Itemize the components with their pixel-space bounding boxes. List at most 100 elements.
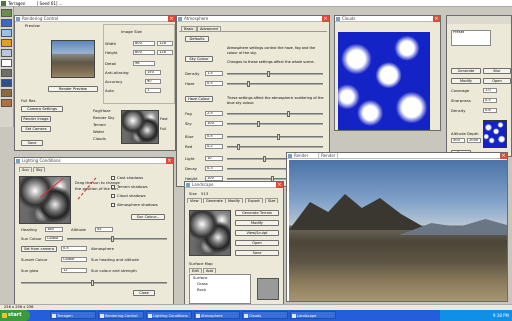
row-value-1[interactable]: 0.5 <box>205 81 223 86</box>
generate-terrain-button[interactable]: Generate Terrain <box>235 210 279 216</box>
close-icon[interactable]: × <box>276 182 283 188</box>
taskbar-item-0[interactable]: Terragen <box>50 311 96 319</box>
row-slider-4[interactable] <box>227 134 323 140</box>
cloud-button-1[interactable]: Blur <box>483 68 511 74</box>
tab-view[interactable]: View <box>187 198 202 203</box>
light-value-5[interactable]: 12 <box>61 268 87 273</box>
close-icon[interactable]: × <box>322 16 329 22</box>
clouds-titlebar[interactable]: Clouds × <box>335 16 440 22</box>
field-3[interactable]: 150 <box>145 70 161 75</box>
animation-icon[interactable] <box>1 99 12 107</box>
field-0[interactable]: 128 <box>157 41 173 46</box>
taskbar-item-5[interactable]: Landscape <box>290 311 336 319</box>
light-value-4[interactable]: Colour <box>61 257 87 262</box>
lighting-icon[interactable] <box>1 39 12 47</box>
render-titlebar[interactable]: Render [ Render ] × <box>287 153 507 159</box>
surface-item-0[interactable]: Surface <box>193 275 207 280</box>
row-slider-1[interactable] <box>227 81 323 87</box>
atmosphere-icon[interactable] <box>1 49 12 57</box>
cloud-value-4[interactable]: 2000 <box>467 138 481 143</box>
landscape-titlebar[interactable]: Landscape × <box>185 182 283 188</box>
height-field[interactable]: 600 <box>133 50 155 55</box>
light-value-0[interactable]: 180 <box>45 227 63 232</box>
set-from-camera-button[interactable]: Set from camera <box>21 246 57 252</box>
row-slider-0[interactable] <box>227 71 323 77</box>
terrain-preview[interactable] <box>189 210 231 256</box>
row-slider-5[interactable] <box>227 144 323 150</box>
taskbar-item-4[interactable]: Clouds <box>242 311 288 319</box>
start-button[interactable]: start <box>0 310 30 321</box>
light-value-1[interactable]: 45 <box>95 227 113 232</box>
cloud-value-3[interactable]: 500 <box>451 138 465 143</box>
tab-generate[interactable]: Generate <box>203 198 226 203</box>
close-icon[interactable]: × <box>500 153 507 159</box>
save-button[interactable]: Save <box>235 250 279 256</box>
tab-export[interactable]: Export <box>245 198 263 203</box>
surface-tab-edit[interactable]: Edit <box>189 268 202 273</box>
row-value-4[interactable]: 0.5 <box>205 134 223 139</box>
checkbox-cast-shadows[interactable] <box>111 176 115 180</box>
field-1[interactable]: 128 <box>157 50 173 55</box>
camera-icon[interactable] <box>1 69 12 77</box>
width-field[interactable]: 800 <box>133 41 155 46</box>
cloud-button-2[interactable]: Modify <box>451 78 481 84</box>
row-value-2[interactable]: 2.5 <box>205 111 223 116</box>
light-value-2[interactable]: Colour <box>45 236 63 241</box>
field-4[interactable]: 90 <box>145 79 161 84</box>
cloud-preset-field[interactable]: Preset <box>451 30 491 46</box>
water-icon[interactable] <box>1 19 12 27</box>
defaults-button[interactable]: Defaults <box>185 36 209 42</box>
cloud-value-1[interactable]: 0.5 <box>483 98 497 103</box>
tab-sky[interactable]: Sky <box>33 167 46 172</box>
atmosphere-titlebar[interactable]: Atmosphere × <box>177 16 329 22</box>
sky-colour-button[interactable]: Sky Colour <box>185 56 213 62</box>
row-value-0[interactable]: 1.5 <box>205 71 223 76</box>
sky-icon[interactable] <box>1 29 12 37</box>
camera-settings-button[interactable]: Camera Settings <box>21 106 63 112</box>
checkbox-terrain-shadows[interactable] <box>111 185 115 189</box>
row-value-7[interactable]: 0.3 <box>205 166 223 171</box>
light-slider-1[interactable] <box>21 280 167 286</box>
light-slider-0[interactable] <box>67 236 167 242</box>
small-button-0[interactable]: Render Image <box>21 116 51 122</box>
row-value-3[interactable]: 100 <box>205 121 223 126</box>
row-slider-3[interactable] <box>227 121 323 127</box>
landscape-icon[interactable] <box>1 9 12 17</box>
small-button-1[interactable]: Set Camera <box>21 126 51 132</box>
view-sculpt-button[interactable]: View/Sculpt <box>235 230 279 236</box>
taskbar-item-2[interactable]: Lighting Conditions <box>146 311 192 319</box>
cloud-value-2[interactable]: 0.6 <box>483 108 497 113</box>
close-button[interactable]: Close <box>133 290 155 296</box>
small-button-2[interactable]: Save <box>21 140 43 146</box>
cloud-icon[interactable] <box>1 59 12 67</box>
field-5[interactable]: 1 <box>145 88 161 93</box>
cloud-button-3[interactable]: Open <box>483 78 511 84</box>
surface-item-2[interactable]: Rock <box>197 287 206 292</box>
light-value-3[interactable]: 0.5 <box>61 246 87 251</box>
close-icon[interactable]: × <box>166 158 173 164</box>
row-value-6[interactable]: 10 <box>205 156 223 161</box>
close-icon[interactable]: × <box>168 16 175 22</box>
taskbar-item-1[interactable]: Rendering Control <box>98 311 144 319</box>
open-button[interactable]: Open <box>235 240 279 246</box>
row-slider-2[interactable] <box>227 111 323 117</box>
close-icon[interactable]: × <box>433 16 440 22</box>
row-value-5[interactable]: 0.2 <box>205 144 223 149</box>
surface-item-1[interactable]: Grass <box>197 281 208 286</box>
render-icon[interactable] <box>1 79 12 87</box>
checkbox-cloud-shadows[interactable] <box>111 194 115 198</box>
tab-size[interactable]: Size <box>265 198 279 203</box>
sun-colour-button[interactable]: Sun Colour... <box>131 214 165 220</box>
field-2[interactable]: 96 <box>133 61 155 66</box>
checkbox-atmosphere-shadows[interactable] <box>111 203 115 207</box>
sun-position-map[interactable] <box>19 176 71 224</box>
haze-colour-button[interactable]: Haze Colour <box>185 96 213 102</box>
render-preview-button[interactable]: Render Preview <box>48 86 98 92</box>
tab-sun[interactable]: Sun <box>19 167 32 172</box>
settings-icon[interactable] <box>1 89 12 97</box>
tab-modify[interactable]: Modify <box>225 198 243 203</box>
modify-button[interactable]: Modify <box>235 220 279 226</box>
surface-tab-add[interactable]: Add <box>203 268 216 273</box>
taskbar-item-3[interactable]: Atmosphere <box>194 311 240 319</box>
lighting-titlebar[interactable]: Lighting Conditions × <box>15 158 173 164</box>
